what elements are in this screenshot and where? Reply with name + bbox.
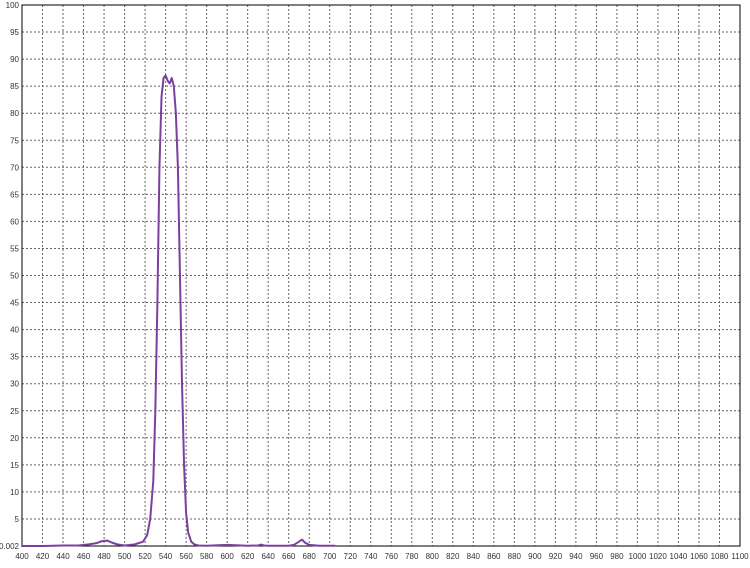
x-tick-label: 820	[446, 552, 460, 561]
y-tick-label: 35	[10, 353, 19, 362]
x-tick-label: 960	[590, 552, 604, 561]
x-tick-label: 520	[138, 552, 152, 561]
x-tick-label: 780	[405, 552, 419, 561]
x-tick-label: 1100	[731, 552, 749, 561]
x-tick-label: 640	[261, 552, 275, 561]
y-tick-label: 50	[10, 272, 19, 281]
x-tick-label: 1060	[690, 552, 708, 561]
x-tick-label: 920	[549, 552, 563, 561]
x-tick-label: 1040	[670, 552, 688, 561]
x-tick-label: 1020	[649, 552, 667, 561]
x-tick-label: 940	[569, 552, 583, 561]
y-tick-label: 40	[10, 326, 19, 335]
x-tick-label: 680	[303, 552, 317, 561]
x-tick-label: 880	[508, 552, 522, 561]
x-tick-label: 580	[200, 552, 214, 561]
y-tick-label: 60	[10, 217, 19, 226]
x-tick-label: 740	[364, 552, 378, 561]
x-tick-label: 860	[487, 552, 501, 561]
x-tick-label: 800	[426, 552, 440, 561]
y-tick-label: 20	[10, 434, 19, 443]
x-tick-label: 720	[344, 552, 358, 561]
y-tick-label: 10	[10, 488, 19, 497]
chart-svg: 0.002 5 10 15 20 25 30 35 40 45 50 55 60 65 70 75 80 85 90…	[0, 1, 749, 561]
transmission-chart: 0.002 5 10 15 20 25 30 35 40 45 50 55 60 65 70 75 80 85 90…	[0, 0, 750, 563]
y-tick-label: 5	[15, 515, 20, 524]
y-tick-label: 85	[10, 82, 19, 91]
x-tick-label: 500	[118, 552, 132, 561]
x-tick-label: 700	[323, 552, 337, 561]
x-tick-label: 660	[282, 552, 296, 561]
x-tick-label: 460	[77, 552, 91, 561]
x-tick-label: 1080	[711, 552, 729, 561]
y-tick-label: 45	[10, 299, 19, 308]
y-tick-label: 100	[6, 1, 20, 10]
x-tick-label: 440	[56, 552, 70, 561]
x-tick-label: 540	[159, 552, 173, 561]
x-tick-label: 620	[241, 552, 255, 561]
y-tick-label: 75	[10, 136, 19, 145]
x-tick-label: 1000	[629, 552, 647, 561]
y-tick-label: 0.002	[0, 542, 20, 551]
y-tick-label: 30	[10, 380, 19, 389]
x-tick-label: 980	[610, 552, 624, 561]
y-tick-label: 15	[10, 461, 19, 470]
x-tick-label: 420	[36, 552, 50, 561]
x-tick-label: 480	[97, 552, 111, 561]
y-tick-label: 95	[10, 28, 19, 37]
y-tick-label: 70	[10, 163, 19, 172]
y-tick-label: 65	[10, 190, 19, 199]
x-tick-label: 900	[528, 552, 542, 561]
y-tick-label: 80	[10, 109, 19, 118]
series-line	[21, 74, 336, 547]
x-tick-label: 560	[179, 552, 193, 561]
x-tick-label: 840	[467, 552, 481, 561]
y-tick-label: 90	[10, 55, 19, 64]
x-tick-label: 600	[220, 552, 234, 561]
y-tick-label: 25	[10, 407, 19, 416]
x-tick-label: 400	[15, 552, 29, 561]
y-tick-label: 55	[10, 244, 19, 253]
x-tick-label: 760	[385, 552, 399, 561]
plot-frame	[21, 4, 741, 547]
